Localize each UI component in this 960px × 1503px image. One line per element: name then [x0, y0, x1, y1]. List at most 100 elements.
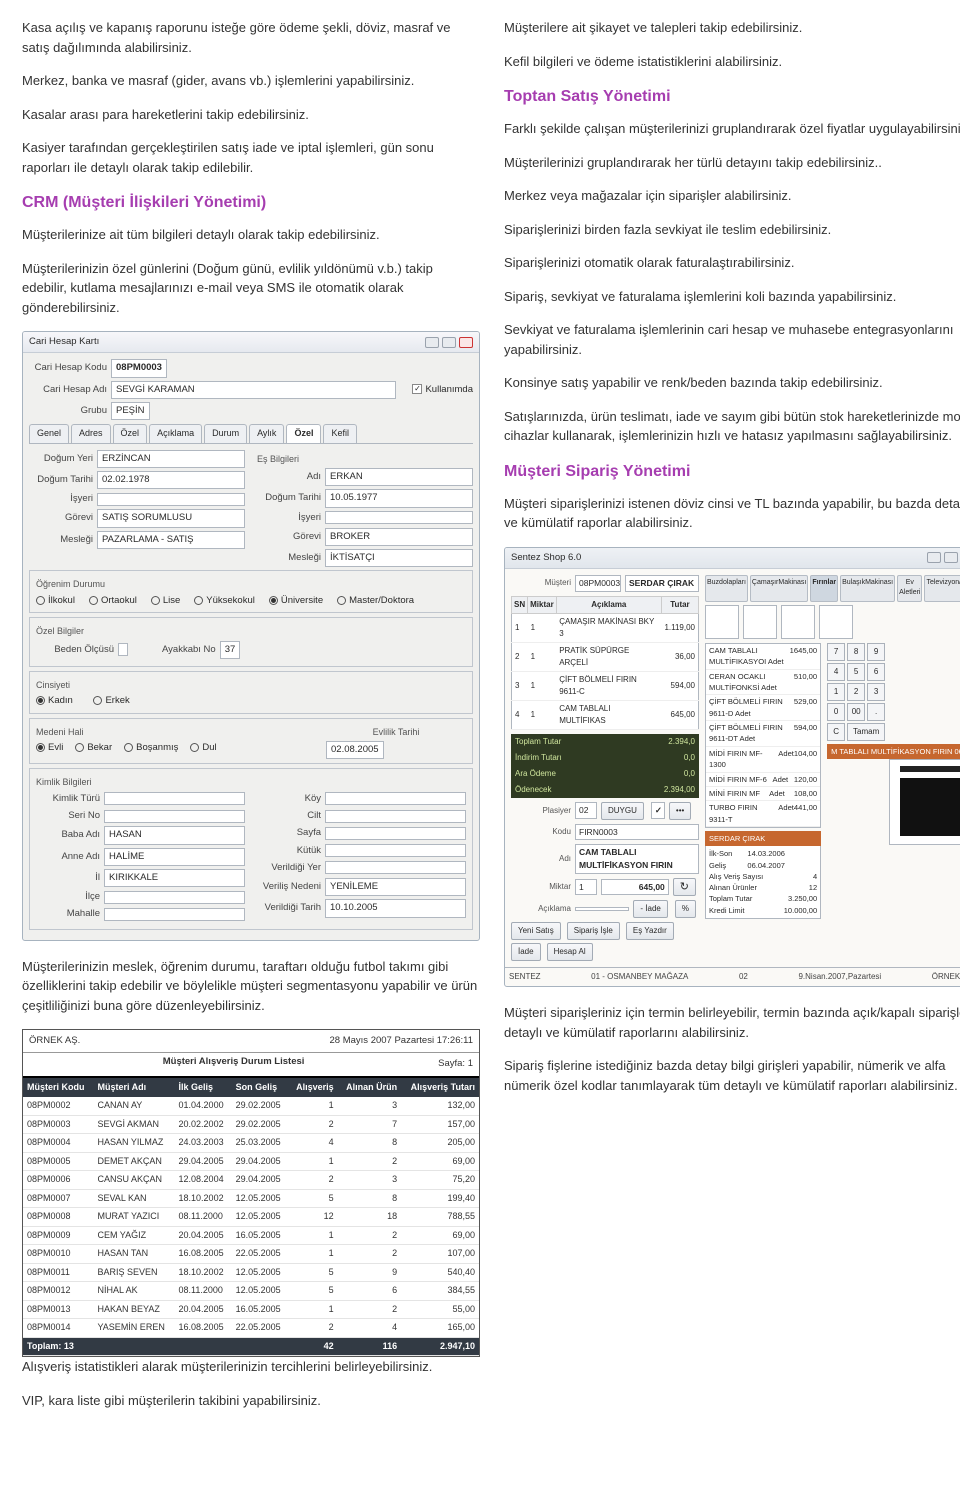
- maximize-icon[interactable]: [944, 552, 958, 563]
- keypad-key[interactable]: Tamam: [847, 723, 885, 741]
- field[interactable]: [325, 861, 466, 874]
- tab[interactable]: Açıklama: [149, 424, 202, 443]
- field[interactable]: [118, 643, 128, 656]
- keypad-key[interactable]: 3: [867, 683, 885, 701]
- minimize-icon[interactable]: [425, 337, 439, 348]
- check-field[interactable]: ✓: [651, 802, 665, 819]
- maximize-icon[interactable]: [442, 337, 456, 348]
- cart-row[interactable]: 41CAM TABLALI MULTİFIKAS645,00: [512, 700, 699, 729]
- radio[interactable]: [190, 743, 199, 752]
- category-tab[interactable]: Televizyon/Vcd: [924, 575, 960, 602]
- field[interactable]: 37: [220, 641, 241, 659]
- tab[interactable]: Özel: [286, 424, 321, 443]
- tab[interactable]: Durum: [204, 424, 247, 443]
- action-button[interactable]: Eş Yazdır: [626, 922, 674, 940]
- tab[interactable]: Kefil: [323, 424, 357, 443]
- list-item[interactable]: CERAN OCAKLI MULTİFONKSİ Adet510,00: [706, 670, 820, 696]
- field[interactable]: HASAN: [104, 826, 245, 844]
- radio[interactable]: [337, 596, 346, 605]
- field[interactable]: KIRIKKALE: [104, 869, 245, 887]
- category-tab[interactable]: BulaşıkMakinası: [840, 575, 895, 602]
- action-button[interactable]: Hesap Al: [547, 943, 593, 961]
- field[interactable]: ERKAN: [325, 468, 473, 486]
- field[interactable]: CAM TABLALI MULTİFİKASYON FIRIN: [575, 844, 699, 874]
- percent-button[interactable]: %: [675, 900, 696, 918]
- more-button[interactable]: •••: [669, 802, 691, 820]
- radio[interactable]: [93, 696, 102, 705]
- field[interactable]: PAZARLAMA - SATIŞ: [97, 531, 245, 549]
- field[interactable]: 10.05.1977: [325, 489, 473, 507]
- field[interactable]: HALİME: [104, 848, 245, 866]
- list-item[interactable]: ÇİFT BÖLMELİ FIRIN 9611-DT Adet594,00: [706, 721, 820, 747]
- refresh-icon[interactable]: ↻: [673, 878, 696, 897]
- cart-row[interactable]: 31ÇİFT BÖLMELİ FIRIN 9611-C594,00: [512, 671, 699, 700]
- field[interactable]: BROKER: [325, 528, 473, 546]
- keypad-key[interactable]: 00: [847, 703, 865, 721]
- product-tile[interactable]: [705, 605, 739, 639]
- list-item[interactable]: MİDİ FIRIN MF-6Adet120,00: [706, 773, 820, 787]
- grubu-field[interactable]: PEŞİN: [111, 402, 150, 420]
- tab[interactable]: Aylık: [249, 424, 284, 443]
- product-tile[interactable]: [819, 605, 853, 639]
- field[interactable]: [104, 792, 245, 805]
- tab[interactable]: Özel: [113, 424, 148, 443]
- radio[interactable]: [194, 596, 203, 605]
- category-tab[interactable]: Buzdolapları: [705, 575, 748, 602]
- keypad-key[interactable]: 7: [827, 643, 845, 661]
- list-item[interactable]: CAM TABLALI MULTİFIKASYOI Adet1645,00: [706, 644, 820, 670]
- field[interactable]: [104, 810, 245, 823]
- cart-row[interactable]: 21PRATİK SÜPÜRGE ARÇELİ36,00: [512, 642, 699, 671]
- keypad-key[interactable]: C: [827, 723, 845, 741]
- radio[interactable]: [89, 596, 98, 605]
- category-tab[interactable]: Fırınlar: [810, 575, 838, 602]
- iade-button[interactable]: - İade: [633, 900, 667, 918]
- field[interactable]: [104, 891, 245, 904]
- duygu-button[interactable]: DUYGU: [601, 802, 644, 820]
- action-button[interactable]: Sipariş İşle: [567, 922, 620, 940]
- kullanimda-check[interactable]: ✓: [412, 384, 422, 394]
- radio[interactable]: [269, 596, 278, 605]
- ad-field[interactable]: SEVGİ KARAMAN: [111, 381, 396, 399]
- field[interactable]: [97, 493, 245, 506]
- list-item[interactable]: TURBO FIRIN 9311-TAdet441,00: [706, 801, 820, 827]
- keypad-key[interactable]: 6: [867, 663, 885, 681]
- field[interactable]: 02.02.1978: [97, 471, 245, 489]
- category-tab[interactable]: Ev Aletleri: [897, 575, 922, 602]
- field[interactable]: YENİLEME: [325, 878, 466, 896]
- field[interactable]: SERDAR ÇIRAK: [625, 575, 699, 592]
- radio[interactable]: [36, 596, 45, 605]
- field[interactable]: [325, 844, 466, 857]
- field[interactable]: ERZİNCAN: [97, 450, 245, 468]
- keypad-key[interactable]: 0: [827, 703, 845, 721]
- product-tile[interactable]: [781, 605, 815, 639]
- field[interactable]: İKTİSATÇI: [325, 549, 473, 567]
- keypad-key[interactable]: 8: [847, 643, 865, 661]
- cart-row[interactable]: 11ÇAMAŞIR MAKİNASI BKY 31.119,00: [512, 613, 699, 642]
- kod-field[interactable]: 08PM0003: [111, 359, 167, 377]
- radio[interactable]: [36, 743, 45, 752]
- field[interactable]: [104, 908, 245, 921]
- tab[interactable]: Genel: [29, 424, 69, 443]
- field[interactable]: 10.10.2005: [325, 899, 466, 917]
- field[interactable]: 1: [575, 879, 597, 896]
- radio[interactable]: [151, 596, 160, 605]
- keypad-key[interactable]: 4: [827, 663, 845, 681]
- radio[interactable]: [124, 743, 133, 752]
- field[interactable]: [325, 827, 466, 840]
- close-icon[interactable]: [459, 337, 473, 348]
- tab[interactable]: Adres: [71, 424, 111, 443]
- list-item[interactable]: MİDİ FIRIN MF-1300Adet104,00: [706, 747, 820, 773]
- action-button[interactable]: İade: [511, 943, 541, 961]
- category-tab[interactable]: ÇamaşırMakinası: [750, 575, 808, 602]
- field[interactable]: [325, 810, 466, 823]
- list-item[interactable]: ÇİFT BÖLMELİ FIRIN 9611-D Adet529,00: [706, 695, 820, 721]
- radio[interactable]: [36, 696, 45, 705]
- field[interactable]: [325, 511, 473, 524]
- keypad-key[interactable]: .: [867, 703, 885, 721]
- field[interactable]: SATIŞ SORUMLUSU: [97, 509, 245, 527]
- keypad-key[interactable]: 9: [867, 643, 885, 661]
- keypad-key[interactable]: 1: [827, 683, 845, 701]
- keypad-key[interactable]: 2: [847, 683, 865, 701]
- field[interactable]: [325, 792, 466, 805]
- action-button[interactable]: Yeni Satış: [511, 922, 561, 940]
